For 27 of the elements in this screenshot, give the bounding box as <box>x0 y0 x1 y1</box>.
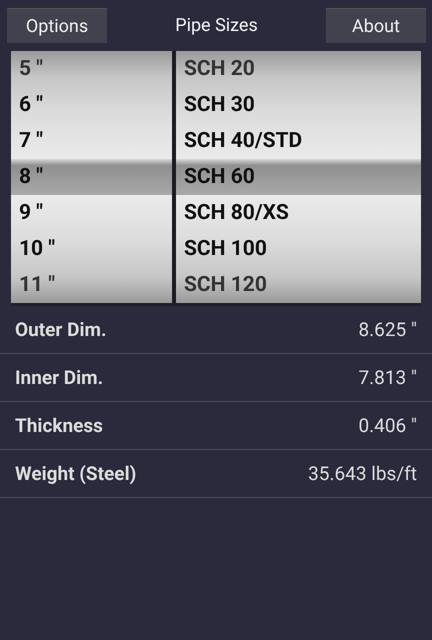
screen-title: Pipe Sizes <box>175 15 258 36</box>
picker-item[interactable]: SCH 20 <box>176 51 421 87</box>
about-button[interactable]: About <box>326 8 426 43</box>
picker-item[interactable]: 9 " <box>11 195 172 231</box>
picker-wheel[interactable]: SCH 20 SCH 30 SCH 40/STD SCH 60 SCH 80/XS SCH 100 SCH 120 <box>176 51 421 303</box>
picker-item[interactable]: SCH 120 <box>176 267 421 303</box>
picker-item[interactable]: SCH 100 <box>176 231 421 267</box>
detail-label: Inner Dim. <box>15 366 104 389</box>
picker-item[interactable]: 7 " <box>11 123 172 159</box>
options-button[interactable]: Options <box>7 8 107 43</box>
detail-label: Outer Dim. <box>15 318 106 341</box>
picker-item[interactable]: SCH 40/STD <box>176 123 421 159</box>
detail-value: 8.625 " <box>358 318 417 341</box>
picker-item[interactable]: SCH 80/XS <box>176 195 421 231</box>
detail-value: 35.643 lbs/ft <box>308 462 417 485</box>
selected-picker-item[interactable]: 8 " <box>11 159 172 195</box>
picker-item[interactable]: 10 " <box>11 231 172 267</box>
detail-label: Thickness <box>15 414 103 437</box>
detail-label: Weight (Steel) <box>15 462 136 485</box>
selected-picker-item[interactable]: SCH 60 <box>176 159 421 195</box>
detail-value: 0.406 " <box>358 414 417 437</box>
picker-item[interactable]: 11 " <box>11 267 172 303</box>
picker-item[interactable]: SCH 30 <box>176 87 421 123</box>
detail-value: 7.813 " <box>358 366 417 389</box>
picker-item[interactable]: 5 " <box>11 51 172 87</box>
picker-item[interactable]: 6 " <box>11 87 172 123</box>
picker-wheel[interactable]: 5 " 6 " 7 " 8 " 9 " 10 " 11 " <box>11 51 172 303</box>
